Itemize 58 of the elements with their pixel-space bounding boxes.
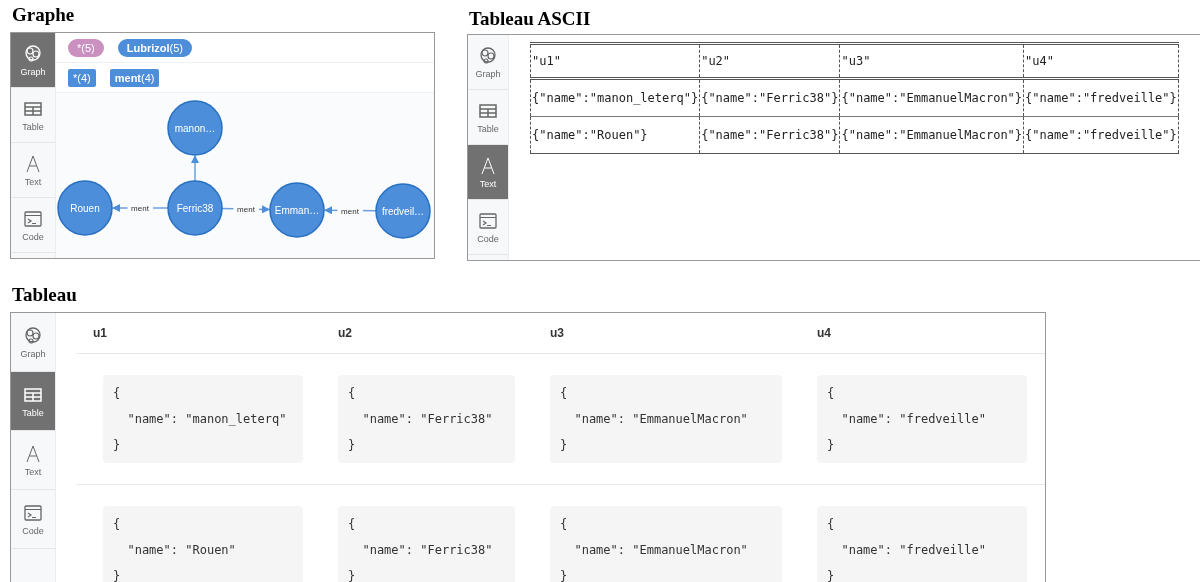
json-code-block: { "name": "Rouen" } <box>103 506 303 582</box>
table-cell: {"name":"fredveille"} <box>1025 91 1177 105</box>
column-header: u2 <box>337 326 353 340</box>
column-header: "u2" <box>701 54 731 68</box>
node-circle[interactable] <box>269 182 325 238</box>
section-heading: Tableau <box>12 284 78 306</box>
graph-icon <box>23 325 43 346</box>
terminal-icon <box>23 208 43 229</box>
graph-icon <box>23 43 43 64</box>
json-code-block: { "name": "Ferric38" } <box>338 375 515 463</box>
column-header: "u1" <box>532 54 561 68</box>
node-circle[interactable] <box>167 100 223 156</box>
terminal-icon <box>23 502 43 523</box>
view-tab[interactable]: Code <box>468 200 508 255</box>
node-circle[interactable] <box>57 180 113 236</box>
node-label: Emman… <box>274 205 320 216</box>
column-header: "u4" <box>1025 54 1054 68</box>
node-label-chip[interactable]: Lubrizol(5) <box>117 38 192 57</box>
json-code-block: { "name": "EmmanuelMacron" } <box>550 506 782 582</box>
view-tab[interactable]: Graph <box>11 33 55 88</box>
view-tab[interactable]: Table <box>11 88 55 143</box>
relationship-arrow[interactable] <box>191 155 199 182</box>
view-tab[interactable]: Text <box>11 431 55 490</box>
terminal-icon <box>478 210 498 231</box>
table-cell: {"name":"manon_leterq"} <box>532 91 699 105</box>
table-cell: {"name":"Ferric38"} <box>701 128 839 142</box>
node-label: manon… <box>174 123 216 134</box>
json-code-block: { "name": "fredveille" } <box>817 506 1027 582</box>
view-tab[interactable]: Text <box>11 143 55 198</box>
column-header: u3 <box>549 326 565 340</box>
graph-icon <box>478 45 498 66</box>
view-tab[interactable]: Code <box>11 198 55 253</box>
column-header: u1 <box>92 326 108 340</box>
node-label: fredveil… <box>381 206 425 217</box>
section-heading: Graphe <box>12 4 76 26</box>
table-cell: {"name":"fredveille"} <box>1025 128 1177 142</box>
json-code-block: { "name": "EmmanuelMacron" } <box>550 375 782 463</box>
relationship-label: ment <box>131 204 149 213</box>
relationship-chip[interactable]: *(4) <box>68 68 96 87</box>
view-tab[interactable]: Code <box>11 490 55 549</box>
view-tab[interactable]: Table <box>11 372 55 431</box>
table-cell: {"name":"Rouen"} <box>532 128 648 142</box>
node-circle[interactable] <box>167 180 223 236</box>
node-circle[interactable] <box>375 183 431 239</box>
relationship-chip[interactable]: ment(4) <box>109 68 160 87</box>
node-label: Rouen <box>70 203 100 214</box>
view-tab[interactable]: Graph <box>468 35 508 90</box>
column-header: "u3" <box>841 54 871 68</box>
view-tab[interactable]: Text <box>468 145 508 200</box>
column-header: u4 <box>816 326 832 340</box>
table-cell: {"name":"EmmanuelMacron"} <box>841 128 1023 142</box>
json-code-block: { "name": "Ferric38" } <box>338 506 515 582</box>
table-cell: {"name":"Ferric38"} <box>701 91 839 105</box>
table-cell: {"name":"EmmanuelMacron"} <box>841 91 1023 105</box>
section-heading: Tableau ASCII <box>469 8 592 30</box>
json-code-block: { "name": "fredveille" } <box>817 375 1027 463</box>
json-code-block: { "name": "manon_leterq" } <box>103 375 303 463</box>
node-label: Ferric38 <box>176 203 214 214</box>
